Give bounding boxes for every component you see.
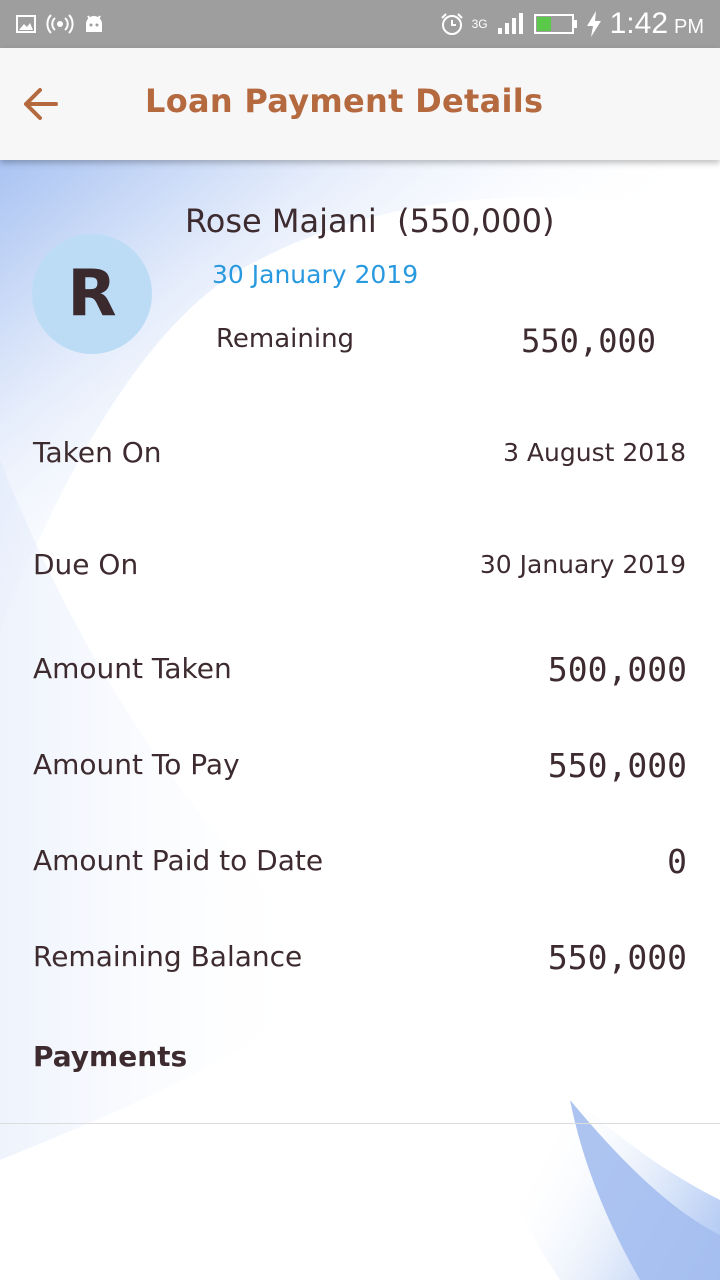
taken-on-label: Taken On	[33, 436, 162, 469]
status-left-icons	[16, 10, 104, 38]
hotspot-icon	[46, 14, 74, 34]
due-on-value: 30 January 2019	[479, 550, 686, 579]
amount-to-pay-value: 550,000	[547, 746, 687, 785]
arrow-left-icon	[24, 88, 58, 120]
remaining-value: 550,000	[521, 322, 656, 360]
borrower-name: Rose Majani	[185, 202, 377, 240]
borrower-due-date: 30 January 2019	[212, 260, 419, 289]
borrower-name-line: Rose Majani (550,000)	[185, 202, 554, 240]
remaining-label: Remaining	[216, 324, 355, 354]
remaining-balance-label: Remaining Balance	[33, 940, 303, 973]
status-time: 1:42 PM	[609, 7, 704, 40]
status-bar: 3G 1:42 PM	[0, 0, 720, 48]
amount-to-pay-label: Amount To Pay	[33, 748, 240, 781]
network-type: 3G	[471, 17, 488, 31]
app-bar: Loan Payment Details	[0, 48, 720, 160]
status-right-icons: 3G 1:42 PM	[440, 6, 704, 42]
android-icon	[86, 15, 102, 32]
page-title: Loan Payment Details	[145, 82, 544, 120]
payments-heading: Payments	[33, 1040, 188, 1073]
alarm-icon	[440, 13, 463, 35]
remaining-balance-value: 550,000	[547, 938, 687, 977]
avatar-initial: R	[67, 257, 117, 331]
payments-divider	[0, 1123, 720, 1124]
image-icon	[16, 15, 36, 33]
amount-paid-label: Amount Paid to Date	[33, 844, 324, 877]
avatar: R	[32, 234, 152, 354]
charging-icon	[586, 11, 601, 37]
amount-taken-label: Amount Taken	[33, 652, 232, 685]
loan-details-content: R Rose Majani (550,000) 30 January 2019 …	[0, 160, 720, 1280]
due-on-label: Due On	[33, 548, 139, 581]
back-button[interactable]	[18, 78, 70, 130]
amount-paid-value: 0	[667, 842, 687, 881]
taken-on-value: 3 August 2018	[503, 438, 686, 467]
battery-icon	[533, 14, 577, 34]
amount-taken-value: 500,000	[547, 650, 687, 689]
borrower-loan-amount: (550,000)	[397, 202, 555, 240]
signal-icon	[497, 13, 523, 34]
